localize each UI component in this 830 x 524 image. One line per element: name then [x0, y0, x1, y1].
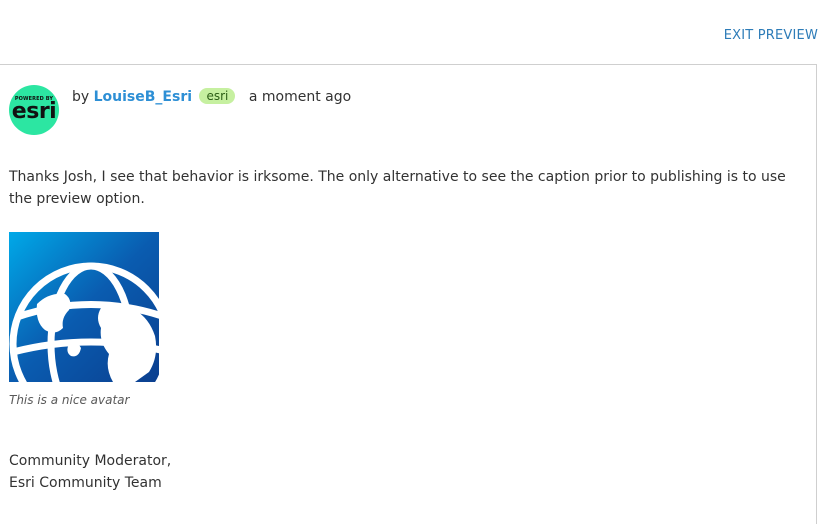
post-byline: by LouiseB_Esri esri a moment ago: [72, 88, 351, 105]
globe-image: [9, 232, 159, 382]
by-prefix: by: [72, 89, 90, 105]
exit-preview-link[interactable]: EXIT PREVIEW: [724, 28, 818, 43]
signature-line-2: Esri Community Team: [9, 475, 162, 491]
post-body: Thanks Josh, I see that behavior is irks…: [9, 169, 786, 207]
image-caption: This is a nice avatar: [9, 393, 130, 407]
post-signature: Community Moderator, Esri Community Team: [9, 450, 171, 494]
signature-line-1: Community Moderator,: [9, 453, 172, 469]
post-image[interactable]: [9, 232, 159, 382]
author-avatar[interactable]: POWERED BY esri: [9, 85, 59, 135]
post-timestamp: a moment ago: [248, 89, 352, 105]
rank-badge: esri: [199, 88, 236, 104]
avatar-logo-text: esri: [11, 99, 57, 124]
top-bar: EXIT PREVIEW: [0, 0, 830, 64]
author-link[interactable]: LouiseB_Esri: [94, 89, 192, 105]
post-panel: POWERED BY esri by LouiseB_Esri esri a m…: [0, 64, 817, 524]
